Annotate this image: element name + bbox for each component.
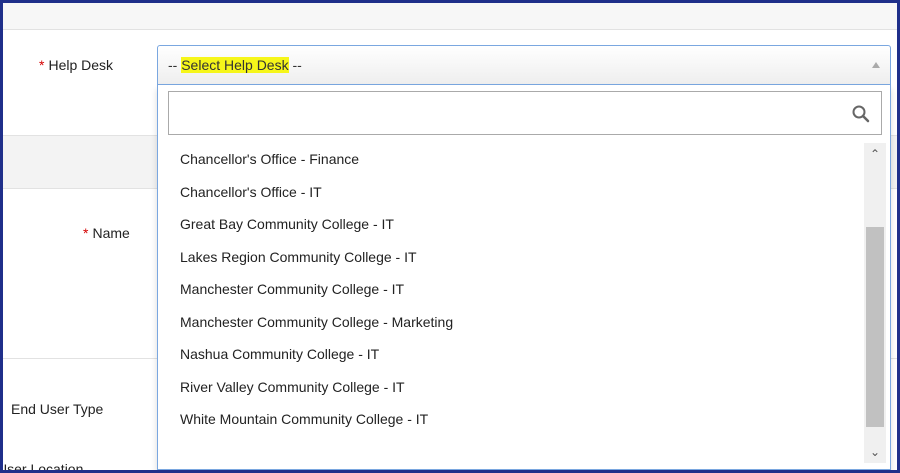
list-item[interactable]: River Valley Community College - IT	[158, 371, 858, 404]
option-list: Chancellor's Office - Finance Chancellor…	[158, 143, 858, 436]
chevron-down-icon[interactable]: ⌄	[864, 441, 886, 463]
dropdown-search-input[interactable]	[169, 92, 849, 134]
list-item[interactable]: Great Bay Community College - IT	[158, 208, 858, 241]
end-user-type-label: End User Type	[11, 401, 104, 417]
name-label: * Name	[83, 225, 130, 241]
search-icon[interactable]	[851, 104, 871, 124]
scrollbar-thumb[interactable]	[866, 227, 884, 427]
dropdown-search	[168, 91, 882, 135]
list-item[interactable]: Lakes Region Community College - IT	[158, 241, 858, 274]
triangle-up-icon[interactable]	[872, 62, 880, 68]
form-window: * Help Desk * Name End User Type User Loca…	[0, 0, 900, 473]
list-item[interactable]: Manchester Community College - IT	[158, 273, 858, 306]
top-strip	[3, 3, 897, 30]
list-item[interactable]: White Mountain Community College - IT	[158, 403, 858, 436]
required-mark: *	[83, 225, 89, 241]
help-desk-select[interactable]: -- Select Help Desk --	[157, 45, 891, 85]
list-item[interactable]: Nashua Community College - IT	[158, 338, 858, 371]
help-desk-dropdown: Chancellor's Office - Finance Chancellor…	[157, 85, 891, 470]
list-item[interactable]: Chancellor's Office - Finance	[158, 143, 858, 176]
scrollbar[interactable]: ⌃ ⌄	[864, 143, 886, 463]
help-desk-label: * Help Desk	[39, 57, 114, 73]
list-item[interactable]: Chancellor's Office - IT	[158, 176, 858, 209]
chevron-up-icon[interactable]: ⌃	[864, 143, 886, 165]
list-item[interactable]: Manchester Community College - Marketing	[158, 306, 858, 339]
user-location-label: User Location	[0, 461, 84, 473]
required-mark: *	[39, 57, 45, 73]
help-desk-placeholder: -- Select Help Desk --	[168, 57, 302, 73]
